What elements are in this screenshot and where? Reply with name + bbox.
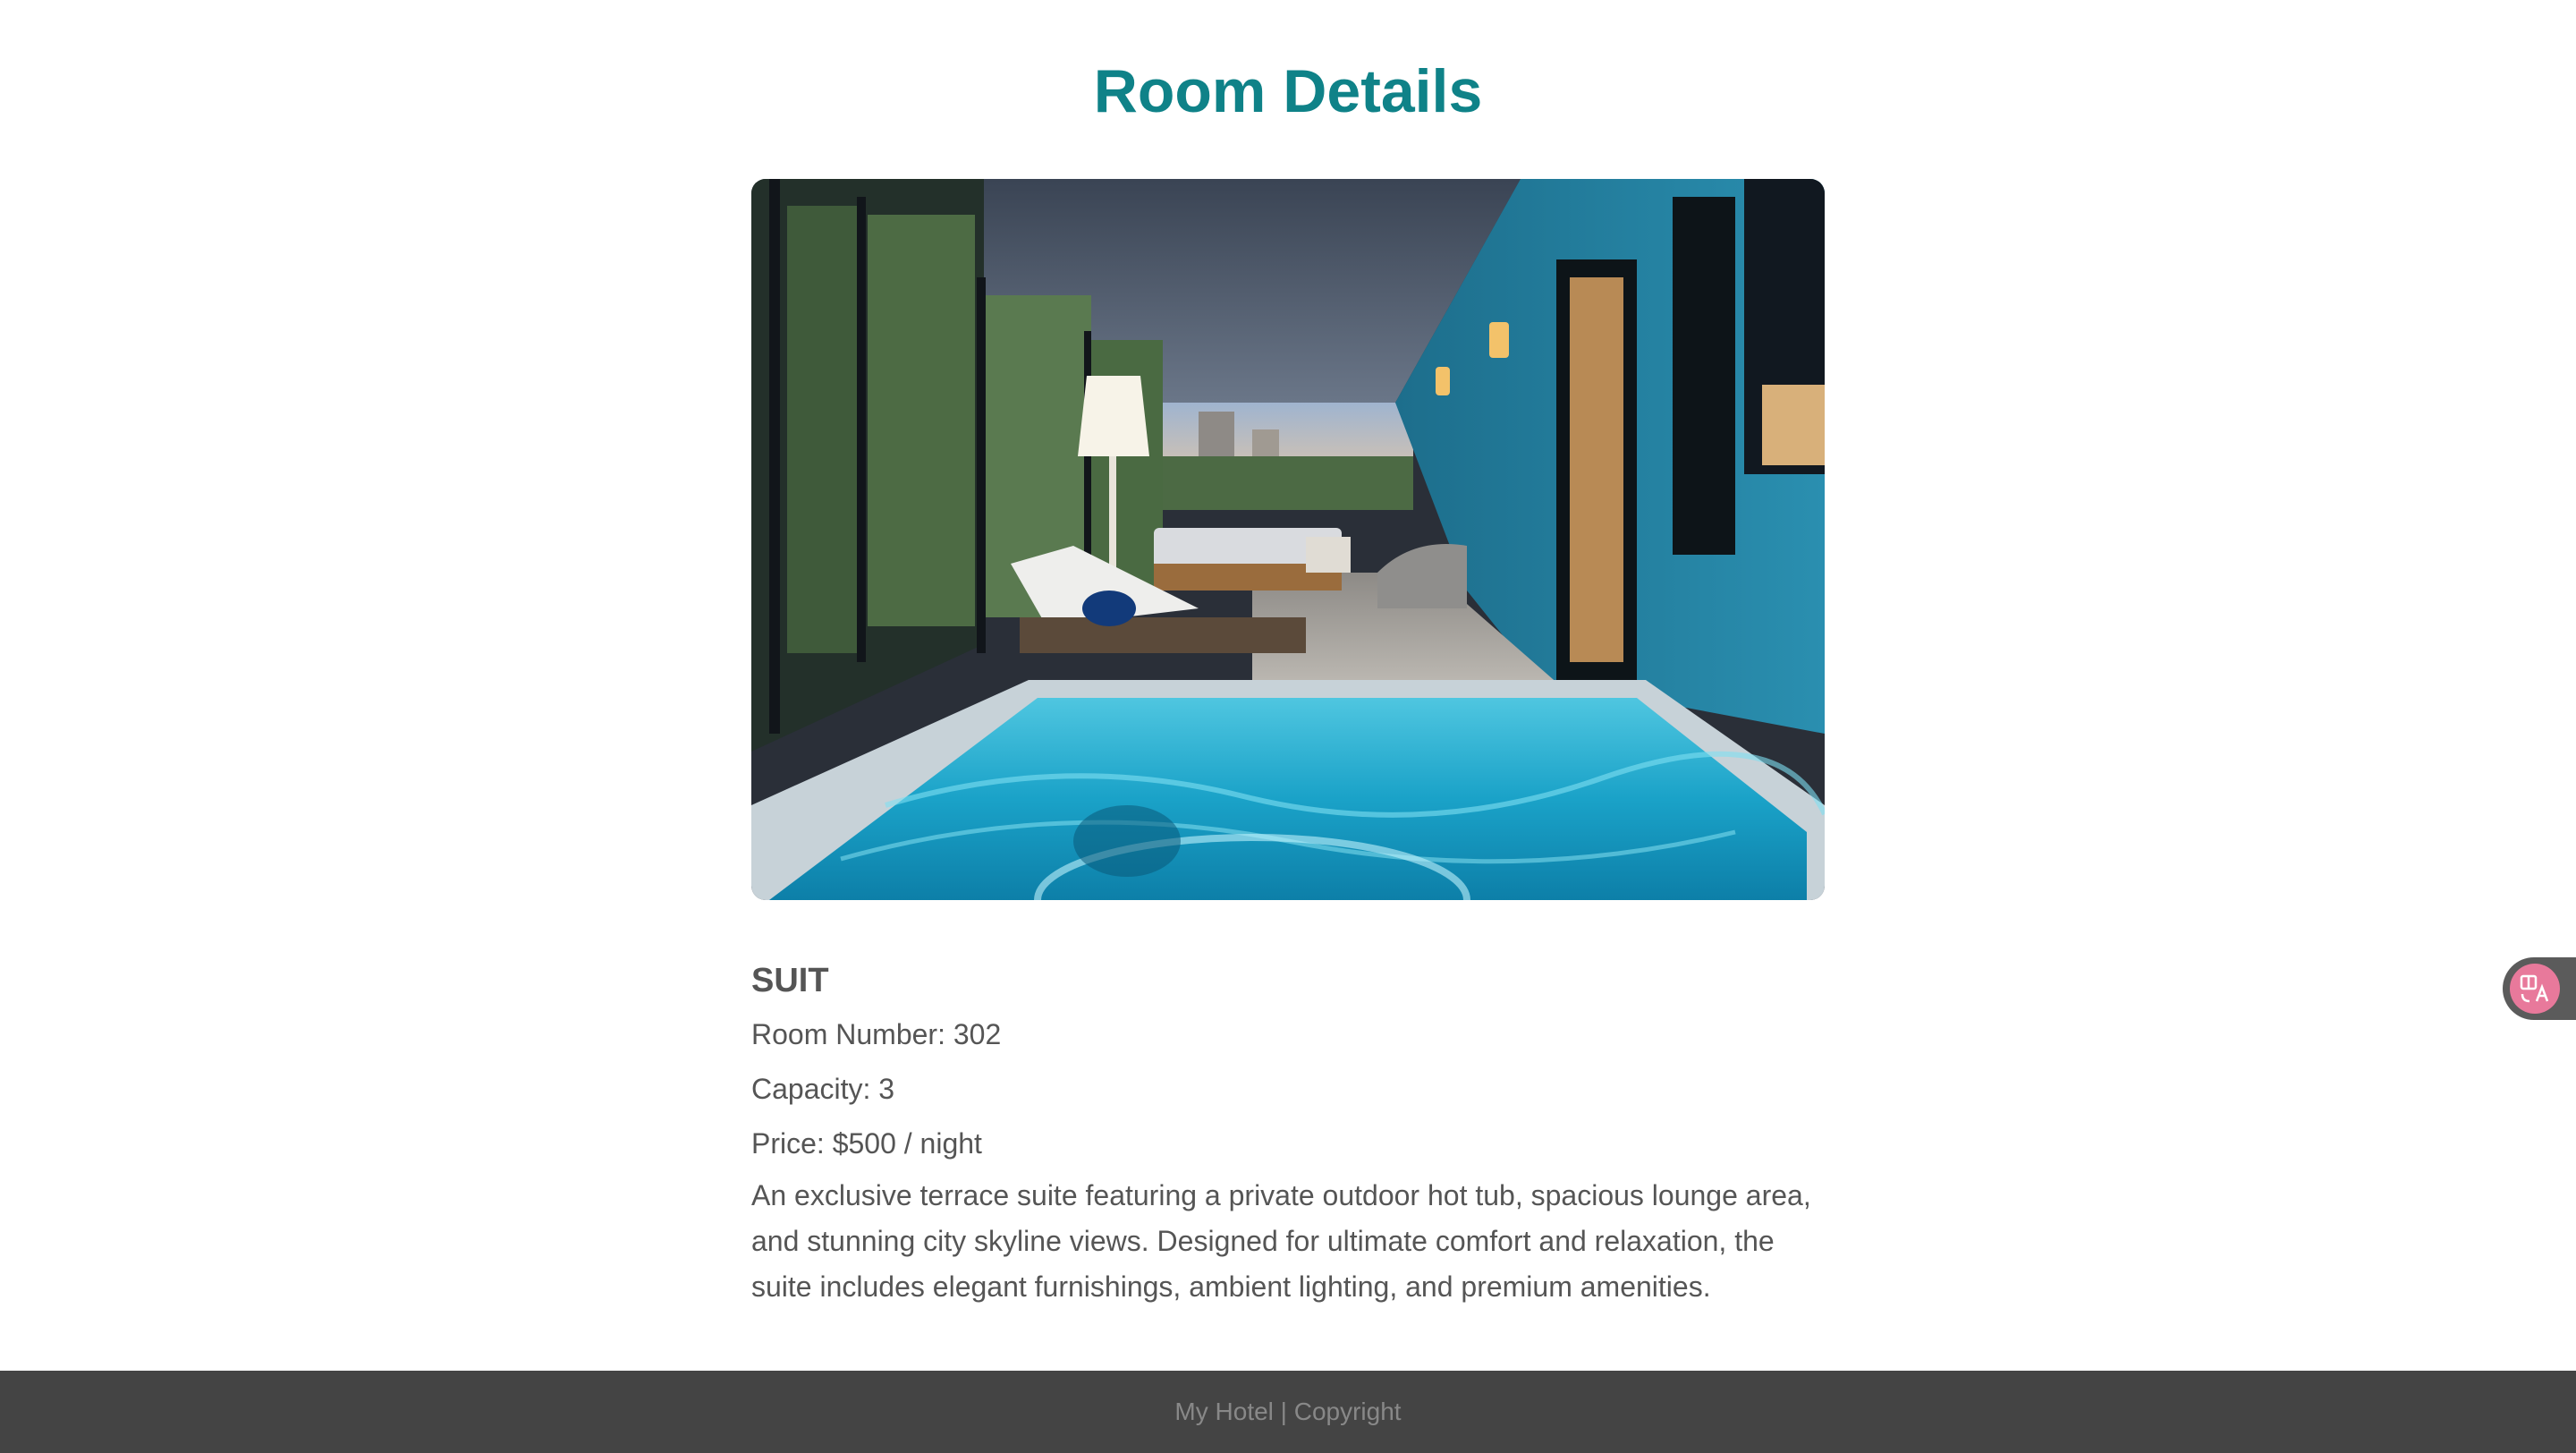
room-type: SUIT [751, 962, 829, 999]
footer: My Hotel | Copyright [0, 1371, 2576, 1453]
translate-icon[interactable] [2510, 964, 2560, 1014]
room-description: An exclusive terrace suite featuring a p… [751, 1179, 1811, 1303]
footer-text: My Hotel | Copyright [1174, 1398, 1402, 1425]
room-photo [751, 179, 1825, 900]
translate-widget[interactable] [2503, 957, 2576, 1020]
room-capacity: Capacity: 3 [751, 1073, 895, 1105]
room-number: Room Number: 302 [751, 1018, 1002, 1050]
room-info: SUIT Room Number: 302 Capacity: 3 Price:… [751, 954, 1825, 1310]
room-price: Price: $500 / night [751, 1127, 982, 1160]
page: Room Details SUIT Room Number: 302 Capac… [0, 0, 2576, 1453]
page-title: Room Details [1093, 57, 1483, 125]
